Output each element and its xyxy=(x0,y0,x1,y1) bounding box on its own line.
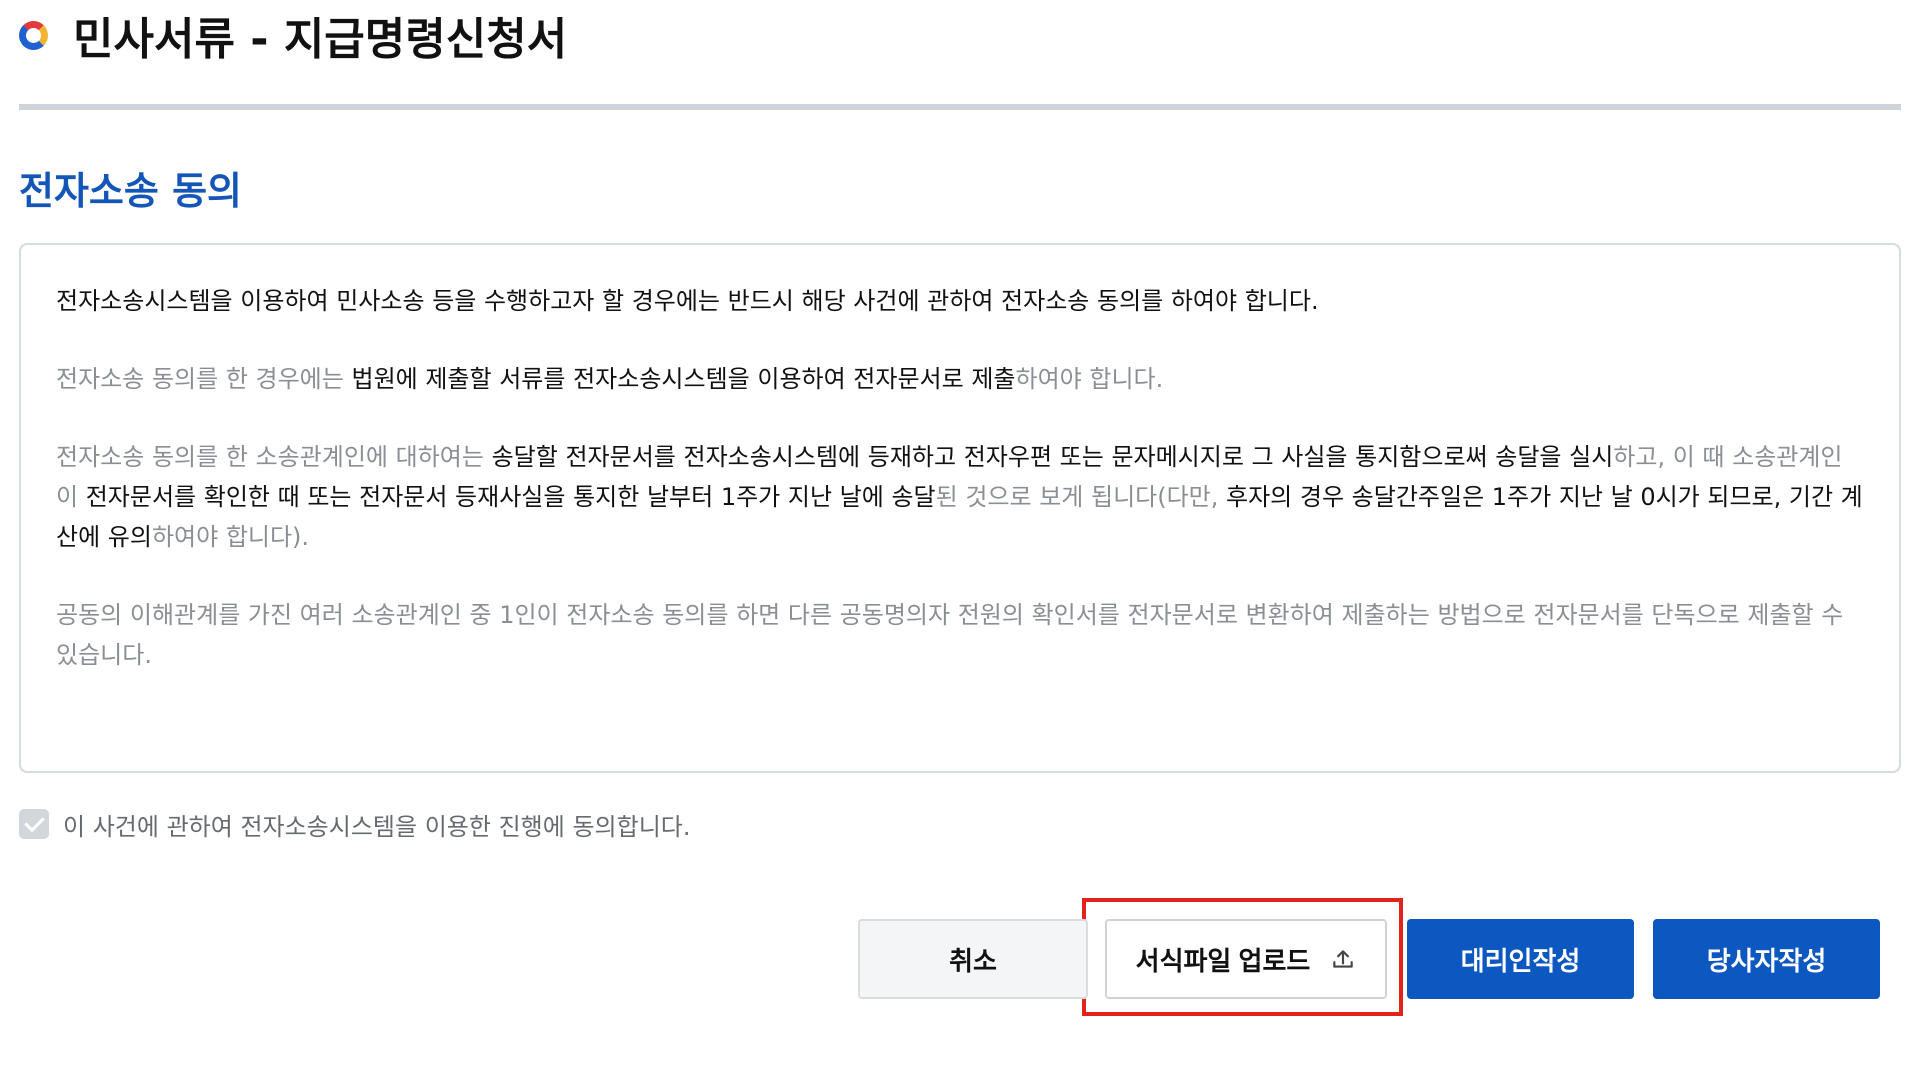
notice-text-emphasis: 전자문서를 확인한 때 또는 전자문서 등재사실을 통지한 날부터 1주가 지난… xyxy=(85,483,936,511)
notice-paragraph-2: 전자소송 동의를 한 경우에는 법원에 제출할 서류를 전자소송시스템을 이용하… xyxy=(56,359,1863,399)
notice-paragraph-1: 전자소송시스템을 이용하여 민사소송 등을 수행하고자 할 경우에는 반드시 해… xyxy=(56,287,1319,315)
party-button-label: 당사자작성 xyxy=(1706,945,1827,976)
title-divider xyxy=(19,104,1901,110)
notice-text-emphasis: 법원에 제출할 서류를 전자소송시스템을 이용하여 전자문서로 제출 xyxy=(351,365,1016,393)
page-header: 민사서류 - 지급명령신청서 xyxy=(19,4,567,66)
notice-paragraph-3: 전자소송 동의를 한 소송관계인에 대하여는 송달할 전자문서를 전자소송시스템… xyxy=(56,437,1863,557)
party-write-button[interactable]: 당사자작성 xyxy=(1653,919,1880,999)
notice-text-muted: 된 것으로 보게 됩니다(다만, xyxy=(935,483,1227,511)
notice-text-muted: 전자소송 동의를 한 소송관계인에 대하여는 xyxy=(56,443,492,471)
cancel-button-label: 취소 xyxy=(949,945,997,976)
ring-logo-icon xyxy=(19,20,48,50)
notice-text-muted: 하여야 합니다. xyxy=(1015,365,1164,393)
notice-paragraph-4: 공동의 이해관계를 가진 여러 소송관계인 중 1인이 전자소송 동의를 하면 … xyxy=(56,601,1844,669)
agent-write-button[interactable]: 대리인작성 xyxy=(1407,919,1634,999)
agreement-label: 이 사건에 관하여 전자소송시스템을 이용한 진행에 동의합니다. xyxy=(63,812,691,841)
page: 민사서류 - 지급명령신청서 전자소송 동의 전자소송시스템을 이용하여 민사소… xyxy=(0,0,1920,1083)
notice-text-muted: 하여야 합니다). xyxy=(151,523,310,551)
consent-notice-box: 전자소송시스템을 이용하여 민사소송 등을 수행하고자 할 경우에는 반드시 해… xyxy=(19,243,1901,773)
notice-text-emphasis: 송달할 전자문서를 전자소송시스템에 등재하고 전자우편 또는 문자메시지로 그… xyxy=(491,443,1614,471)
notice-text-muted: 전자소송 동의를 한 경우에는 xyxy=(56,365,352,393)
section-heading: 전자소송 동의 xyxy=(19,169,242,213)
form-file-upload-button[interactable]: 서식파일 업로드 xyxy=(1105,919,1387,999)
agreement-row[interactable]: 이 사건에 관하여 전자소송시스템을 이용한 진행에 동의합니다. xyxy=(19,808,691,841)
cancel-button[interactable]: 취소 xyxy=(858,919,1088,999)
page-title: 민사서류 - 지급명령신청서 xyxy=(73,14,568,65)
agent-button-label: 대리인작성 xyxy=(1460,945,1581,976)
upload-button-label: 서식파일 업로드 xyxy=(1135,945,1311,976)
agreement-checkbox[interactable] xyxy=(19,809,49,839)
upload-icon xyxy=(1333,950,1354,968)
